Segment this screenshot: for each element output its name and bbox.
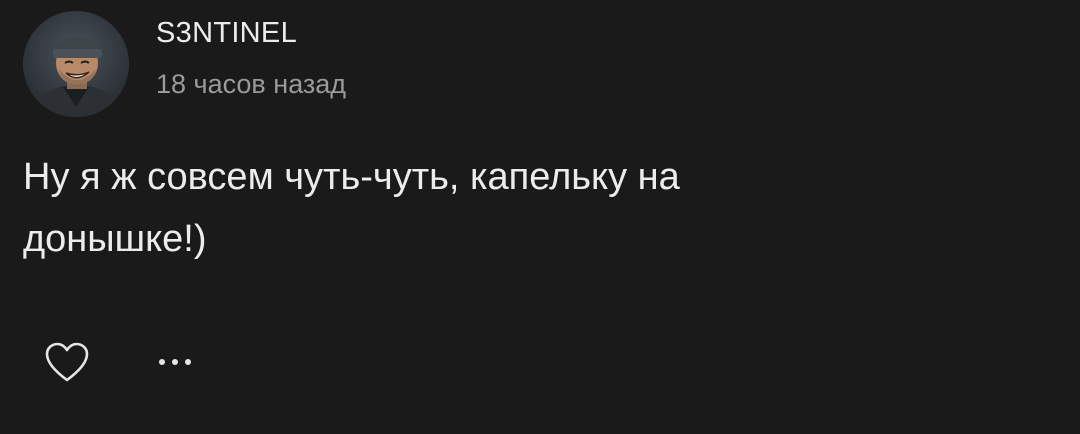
comment-text: Ну я ж совсем чуть-чуть, капельку на дон… — [23, 156, 680, 260]
avatar-image — [23, 11, 129, 117]
avatar[interactable] — [23, 11, 129, 117]
comment-actions — [0, 330, 1080, 390]
more-horizontal-icon — [159, 359, 191, 365]
more-options-button[interactable] — [150, 344, 200, 380]
like-button[interactable] — [42, 340, 92, 384]
comment-card: S3NTINEL 18 часов назад Ну я ж совсем чу… — [0, 0, 1080, 434]
heart-outline-icon — [45, 342, 89, 382]
comment-timestamp: 18 часов назад — [156, 69, 347, 99]
author-name[interactable]: S3NTINEL — [156, 17, 297, 50]
